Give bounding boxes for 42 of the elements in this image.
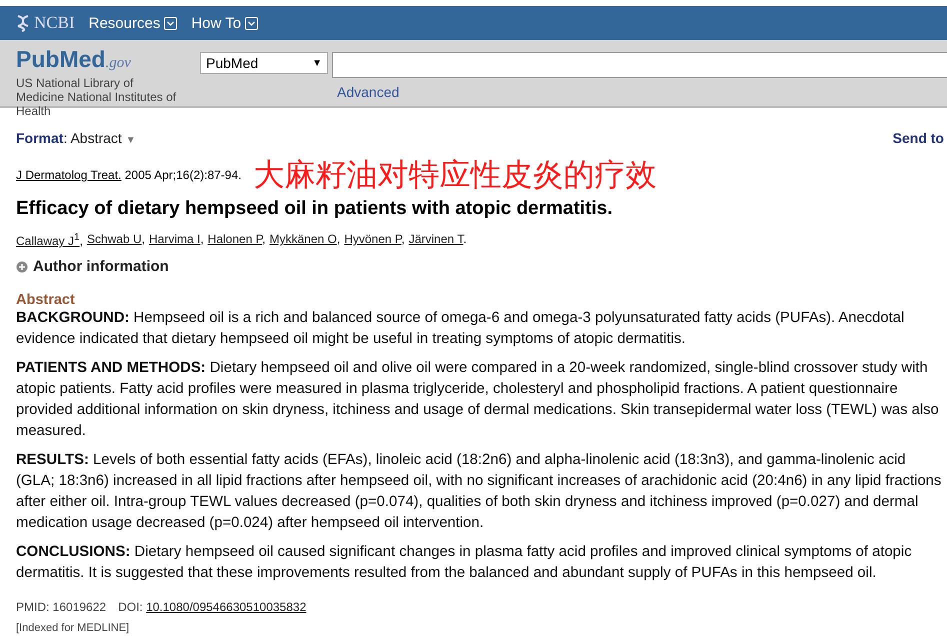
annotation-text: 大麻籽油对特应性皮炎的疗效 [253, 158, 656, 192]
indexed-text: [Indexed for MEDLINE] [16, 622, 130, 634]
dropdown-icon [164, 16, 178, 30]
author-link[interactable]: Harvima I [148, 232, 200, 246]
menu-button[interactable]: Resources [88, 14, 178, 32]
send-to-menu[interactable]: Send to [892, 130, 944, 146]
author-link[interactable]: Hyvönen P [344, 232, 402, 246]
separator-text: , [200, 232, 204, 246]
menu-button[interactable]: How To [191, 14, 258, 32]
organization-text: US National Library of Medicine National Institutes of Health [16, 76, 178, 118]
separator-text: . [463, 232, 467, 246]
author-link[interactable]: Callaway J$^{1}$ [16, 234, 80, 248]
author-link[interactable]: Schwab U [86, 232, 142, 246]
separator-text: , [80, 234, 83, 248]
pmid-text: PMID: 16019622 [16, 600, 106, 614]
abstract-paragraph: RESULTS: Levels of both essential fatty acids (EFAs), linoleic acid (18:2n6) and alpha-linolenic acid (18:3n3), and gamma-linolenic acid (GLA; 18:3n6) increased in all lipid fractions after hempseed oil, with no significant increases of arachidonic acid (20:4n6) in any lipid fractions after either oil. Intra-group TEWL values decreased (p=0.074), qualities of both skin dryness and itchiness improved (p=0.027) and dermal medication usage decreased (p=0.024) after hempseed oil intervention. [16, 451, 942, 533]
search-field[interactable] [332, 52, 947, 78]
citation-text: J Dermatolog Treat. 2005 Apr;16(2):87-94. [16, 168, 242, 182]
separator-text: , [142, 232, 145, 246]
separator-text: , [262, 232, 266, 246]
format-menu[interactable]: Format: Abstract ▼ [16, 130, 136, 146]
author-link[interactable]: Järvinen T [408, 232, 464, 246]
pubmed-logo[interactable]: PubMed.gov [16, 46, 131, 73]
separator-text: , [336, 232, 340, 246]
journal-link[interactable]: J Dermatolog Treat. [16, 168, 122, 182]
abstract-paragraph: PATIENTS AND METHODS: Dietary hempseed oil and olive oil were compared in a 20-week randomized, single-blind crossover study with atopic patients. Fatty acid profiles were measured in plasma triglyceride, cholesteryl and phospholipid fractions. A patient questionnaire provided additional information on skin dryness, itchiness and usage of dermal medications. Skin transepidermal water loss (TEWL) was also measured. [16, 359, 940, 441]
helix-icon [16, 14, 30, 32]
abstract-heading: Abstract [16, 292, 76, 308]
plus-icon [16, 260, 28, 272]
ncbi-logo[interactable]: NCBI [16, 13, 75, 33]
author-info-toggle[interactable]: Author information [16, 258, 947, 275]
abstract-paragraph: BACKGROUND: Hempseed oil is a rich and balanced source of omega-6 and omega-3 polyunsaturated fatty acids (PUFAs). Anecdotal evidence indicated that dietary hempseed oil might be useful in treating symptoms of atopic dermatitis. [16, 309, 906, 349]
author-link[interactable]: Halonen P [208, 232, 262, 246]
abstract-paragraph: CONCLUSIONS: Dietary hempseed oil caused significant changes in plasma fatty acid profiles and improved clinical symptoms of atopic dermatitis. It is suggested that these improvements resulted from the balanced and abundant supply of PUFAs in this hempseed oil. [16, 543, 913, 583]
advanced-link[interactable]: Advanced [337, 84, 400, 100]
doi-text: DOI: 10.1080/09546630510035832 [118, 600, 306, 614]
article-title: Efficacy of dietary hempseed oil in patients with atopic dermatitis. [16, 198, 614, 220]
database-select[interactable]: PubMed ▼ [200, 52, 328, 74]
separator-text: , [401, 232, 405, 246]
dropdown-icon [245, 16, 258, 30]
doi-link[interactable]: 10.1080/09546630510035832 [146, 600, 306, 614]
author-link[interactable]: Mykkänen O [270, 232, 337, 246]
